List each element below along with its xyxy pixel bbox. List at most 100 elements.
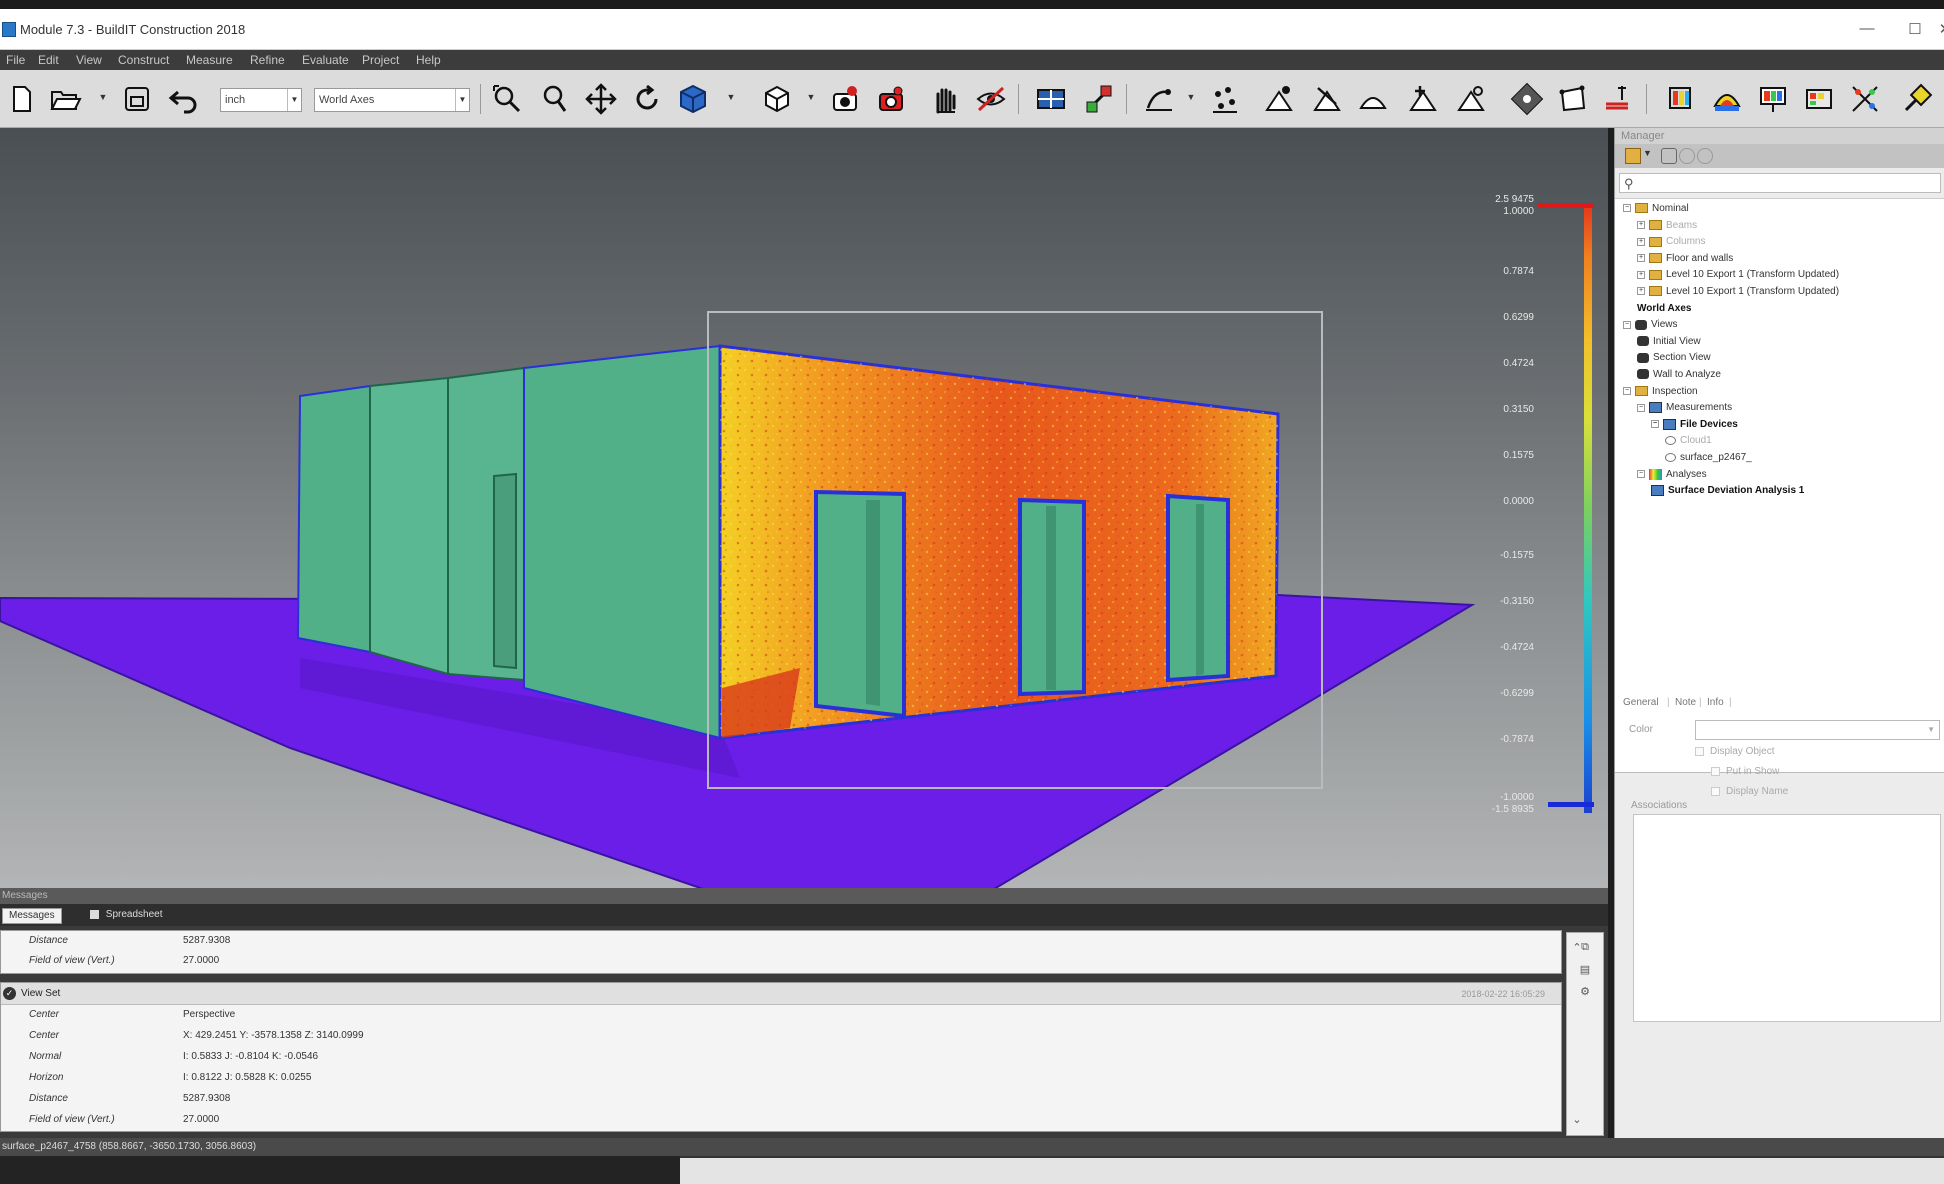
- save-icon[interactable]: [120, 82, 154, 116]
- close-button[interactable]: ✕: [1930, 20, 1944, 38]
- collapse-icon[interactable]: −: [1651, 420, 1659, 429]
- collapse-icon[interactable]: −: [1623, 204, 1631, 213]
- histogram-icon[interactable]: [1848, 82, 1882, 116]
- display-object-checkbox[interactable]: Display Object: [1695, 746, 1774, 757]
- put-in-show-checkbox[interactable]: Put in Show: [1711, 766, 1779, 777]
- expand-icon[interactable]: +: [1637, 220, 1645, 229]
- rotate-icon[interactable]: [630, 82, 664, 116]
- color-select[interactable]: ▼: [1695, 720, 1940, 740]
- surface-icon[interactable]: [1556, 82, 1590, 116]
- dimension-icon[interactable]: [1600, 82, 1634, 116]
- units-select[interactable]: inch ▼: [220, 88, 302, 112]
- construct-plane-icon[interactable]: [1356, 82, 1390, 116]
- expand-icon[interactable]: +: [1637, 254, 1645, 263]
- tree-item[interactable]: surface_p2467_: [1665, 452, 1752, 468]
- hand-select-icon[interactable]: [928, 82, 962, 116]
- tree-item[interactable]: + Beams: [1637, 220, 1697, 236]
- expand-icon[interactable]: +: [1637, 287, 1645, 296]
- object-filter-icon[interactable]: [1661, 148, 1677, 164]
- building-scene[interactable]: [0, 128, 1608, 888]
- 3d-viewport[interactable]: 2.5 9475 1.0000 0.7874 0.6299 0.4724 0.3…: [0, 128, 1608, 888]
- tab-info[interactable]: Info: [1707, 697, 1724, 708]
- associations-list[interactable]: [1633, 814, 1941, 1022]
- menu-help[interactable]: Help: [416, 53, 441, 67]
- annotation-icon[interactable]: [1802, 82, 1836, 116]
- collapse-icon[interactable]: −: [1623, 320, 1631, 329]
- search-filter-icon[interactable]: [1697, 148, 1713, 164]
- undo-icon[interactable]: [166, 82, 200, 116]
- tree-item[interactable]: + Floor and walls: [1637, 253, 1733, 269]
- scroll-down-icon[interactable]: ⌄: [1569, 1113, 1585, 1127]
- pan-icon[interactable]: [584, 82, 618, 116]
- point-cloud-icon[interactable]: [1208, 82, 1242, 116]
- tree-item[interactable]: Wall to Analyze: [1637, 369, 1721, 385]
- menu-edit[interactable]: Edit: [38, 53, 59, 67]
- open-folder-icon[interactable]: [48, 82, 82, 116]
- coordinate-system-select[interactable]: World Axes ▼: [314, 88, 470, 112]
- zoom-window-icon[interactable]: [490, 82, 524, 116]
- tab-messages[interactable]: Messages: [2, 908, 62, 924]
- tree-item[interactable]: Cloud1: [1665, 435, 1712, 451]
- expand-icon[interactable]: +: [1637, 270, 1645, 279]
- menu-evaluate[interactable]: Evaluate: [302, 53, 349, 67]
- camera-capture-icon[interactable]: [874, 82, 908, 116]
- menu-project[interactable]: Project: [362, 53, 399, 67]
- tab-general[interactable]: General: [1623, 697, 1659, 708]
- minimize-button[interactable]: —: [1852, 20, 1882, 37]
- message-card-camera[interactable]: Distance 5287.9308 Field of view (Vert.)…: [0, 930, 1562, 974]
- menu-measure[interactable]: Measure: [186, 53, 233, 67]
- measure-filter-icon[interactable]: [1679, 148, 1695, 164]
- tree-item[interactable]: Section View: [1637, 352, 1711, 368]
- settings-icon[interactable]: ⚙: [1577, 985, 1593, 999]
- tree-item[interactable]: − Analyses: [1637, 468, 1707, 485]
- align-objects-icon[interactable]: [1082, 82, 1116, 116]
- display-name-checkbox[interactable]: Display Name: [1711, 786, 1788, 797]
- view-dropdown-icon[interactable]: ▼: [726, 92, 736, 102]
- tree-item[interactable]: − Views: [1623, 319, 1678, 335]
- menu-file[interactable]: File: [6, 53, 25, 67]
- construct-point-icon[interactable]: [1262, 82, 1296, 116]
- folder-filter-icon[interactable]: [1625, 148, 1641, 164]
- chevron-down-icon[interactable]: ▼: [1643, 148, 1659, 164]
- collapse-icon[interactable]: −: [1637, 403, 1645, 412]
- probe-icon[interactable]: [1142, 82, 1176, 116]
- tree-item[interactable]: + Level 10 Export 1 (Transform Updated): [1637, 269, 1839, 285]
- probe-dropdown-icon[interactable]: ▼: [1186, 92, 1196, 102]
- construct-cylinder-icon[interactable]: [1406, 82, 1440, 116]
- view-cube-icon[interactable]: [676, 82, 710, 116]
- collapse-icon[interactable]: −: [1637, 470, 1645, 479]
- expand-icon[interactable]: +: [1637, 237, 1645, 246]
- message-card-view-set[interactable]: ✓ View Set 2018-02-22 16:05:29 Center Pe…: [0, 982, 1562, 1132]
- hide-show-icon[interactable]: [974, 82, 1008, 116]
- open-dropdown-icon[interactable]: ▼: [98, 92, 108, 102]
- copy-icon[interactable]: ⧉: [1577, 941, 1593, 955]
- deviation-map-icon[interactable]: [1710, 82, 1744, 116]
- object-cube-icon[interactable]: [760, 82, 794, 116]
- layout-icon[interactable]: [1034, 82, 1068, 116]
- tree-item[interactable]: − Nominal: [1623, 203, 1689, 219]
- tab-spreadsheet[interactable]: Spreadsheet: [84, 908, 169, 924]
- section-icon[interactable]: [1510, 82, 1544, 116]
- tree-item[interactable]: − Inspection: [1623, 386, 1698, 402]
- inspection-report-icon[interactable]: [1756, 82, 1790, 116]
- tree-item[interactable]: − Measurements: [1637, 402, 1732, 418]
- object-dropdown-icon[interactable]: ▼: [806, 92, 816, 102]
- collapse-icon[interactable]: −: [1623, 386, 1631, 395]
- construct-line-icon[interactable]: [1310, 82, 1344, 116]
- menu-refine[interactable]: Refine: [250, 53, 285, 67]
- construct-sphere-icon[interactable]: [1454, 82, 1488, 116]
- new-file-icon[interactable]: [4, 82, 38, 116]
- maximize-button[interactable]: ☐: [1900, 20, 1930, 38]
- tree-item[interactable]: − File Devices: [1651, 418, 1738, 435]
- menu-construct[interactable]: Construct: [118, 53, 169, 67]
- camera-add-icon[interactable]: [828, 82, 862, 116]
- tree-item[interactable]: World Axes: [1637, 303, 1691, 319]
- tree-item[interactable]: + Level 10 Export 1 (Transform Updated): [1637, 286, 1839, 302]
- tab-note[interactable]: Note: [1675, 697, 1696, 708]
- probe-tool-icon[interactable]: [1900, 82, 1934, 116]
- manager-search-input[interactable]: ⚲: [1619, 173, 1941, 193]
- clear-icon[interactable]: ▤: [1577, 963, 1593, 977]
- zoom-icon[interactable]: [538, 82, 572, 116]
- tree-item[interactable]: Surface Deviation Analysis 1: [1651, 485, 1804, 501]
- tree-item[interactable]: + Columns: [1637, 236, 1705, 252]
